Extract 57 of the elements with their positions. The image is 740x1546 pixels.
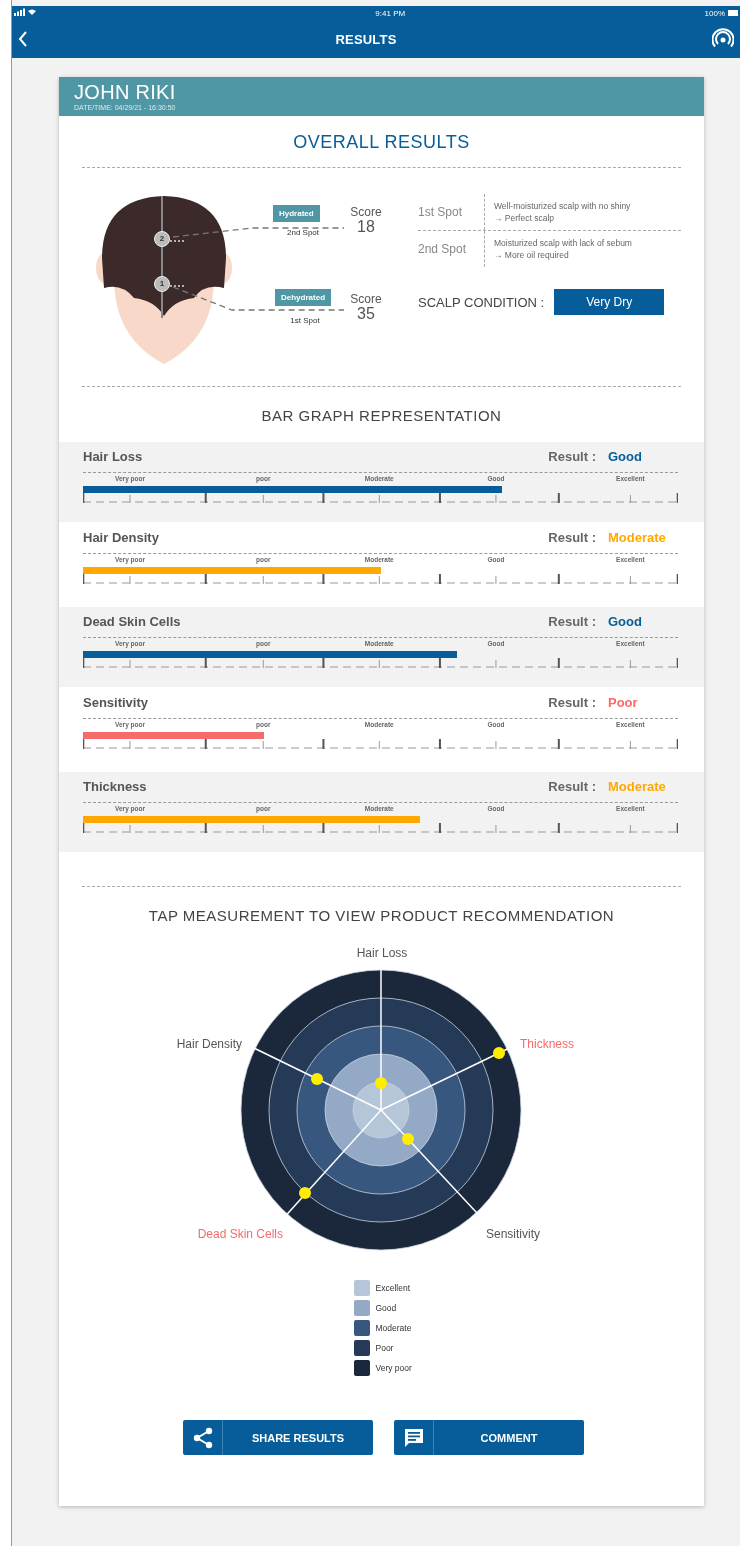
spot-description: Well-moisturized scalp with no shiny	[494, 200, 631, 212]
result-label: Result :	[548, 695, 596, 710]
spot-description: Moisturized scalp with lack of sebum	[494, 237, 632, 249]
battery-level: 100%	[704, 8, 725, 18]
axis-label[interactable]: Hair Loss	[356, 946, 408, 960]
result-label: Result :	[548, 530, 596, 545]
section-title: OVERALL RESULTS	[292, 132, 471, 153]
patient-name: JOHN RIKI	[74, 81, 177, 103]
result-value: Good	[608, 449, 643, 464]
measurement-point[interactable]	[493, 1047, 505, 1059]
legend-label: Excellent	[375, 1283, 410, 1293]
score-label: Score	[349, 205, 383, 219]
spot-name: 2nd Spot	[418, 231, 485, 267]
metric-name: Hair Density	[83, 530, 160, 545]
signal-icon	[14, 8, 36, 16]
result-label: Result :	[548, 614, 596, 629]
legend-label: Moderate	[375, 1323, 412, 1333]
section-title: BAR GRAPH REPRESENTATION	[260, 407, 503, 424]
score-value: 35	[356, 305, 376, 323]
axis-label[interactable]: Sensitivity	[486, 1227, 541, 1241]
legend-label: Good	[375, 1303, 397, 1313]
legend-label: Poor	[375, 1343, 394, 1353]
spot-label: 1st Spot	[289, 316, 321, 325]
scalp-condition-value: Very Dry	[554, 289, 665, 315]
result-value: Good	[608, 614, 643, 629]
score-value: 18	[356, 218, 376, 236]
section-title: TAP MEASUREMENT TO VIEW PRODUCT RECOMMENDATION	[147, 907, 616, 924]
share-button[interactable]: SHARE RESULTS	[183, 1420, 373, 1455]
spot-name: 1st Spot	[418, 194, 485, 230]
comment-icon	[402, 1426, 425, 1449]
result-value: Moderate	[608, 530, 667, 545]
battery-icon	[728, 10, 738, 16]
spot-recommendation: → More oil required	[494, 249, 570, 261]
result-label: Result :	[548, 449, 596, 464]
spot-recommendation: → Perfect scalp	[494, 212, 555, 224]
metric-name: Thickness	[83, 779, 148, 794]
result-value: Moderate	[608, 779, 667, 794]
back-button[interactable]	[18, 31, 28, 47]
page-title: RESULTS	[334, 31, 398, 47]
hydration-tag: Hydrated	[273, 205, 320, 222]
result-value: Poor	[608, 695, 639, 710]
metric-name: Hair Loss	[83, 449, 144, 464]
scalp-condition-label: SCALP CONDITION :	[418, 294, 545, 310]
spot-label: 2nd Spot	[286, 228, 320, 237]
measurement-point[interactable]	[311, 1073, 323, 1085]
metric-name: Sensitivity	[83, 695, 150, 710]
comment-button[interactable]: COMMENT	[394, 1420, 584, 1455]
legend-label: Very poor	[375, 1363, 412, 1373]
hydration-tag: Dehydrated	[275, 289, 331, 306]
status-time: 9:41 PM	[374, 8, 407, 18]
score-label: Score	[349, 292, 383, 306]
share-icon	[192, 1426, 213, 1449]
axis-label[interactable]: Hair Density	[176, 1037, 242, 1051]
metric-name: Dead Skin Cells	[83, 614, 182, 629]
result-label: Result :	[548, 779, 596, 794]
measurement-point[interactable]	[299, 1187, 311, 1199]
wireless-signal-icon[interactable]	[712, 28, 734, 50]
